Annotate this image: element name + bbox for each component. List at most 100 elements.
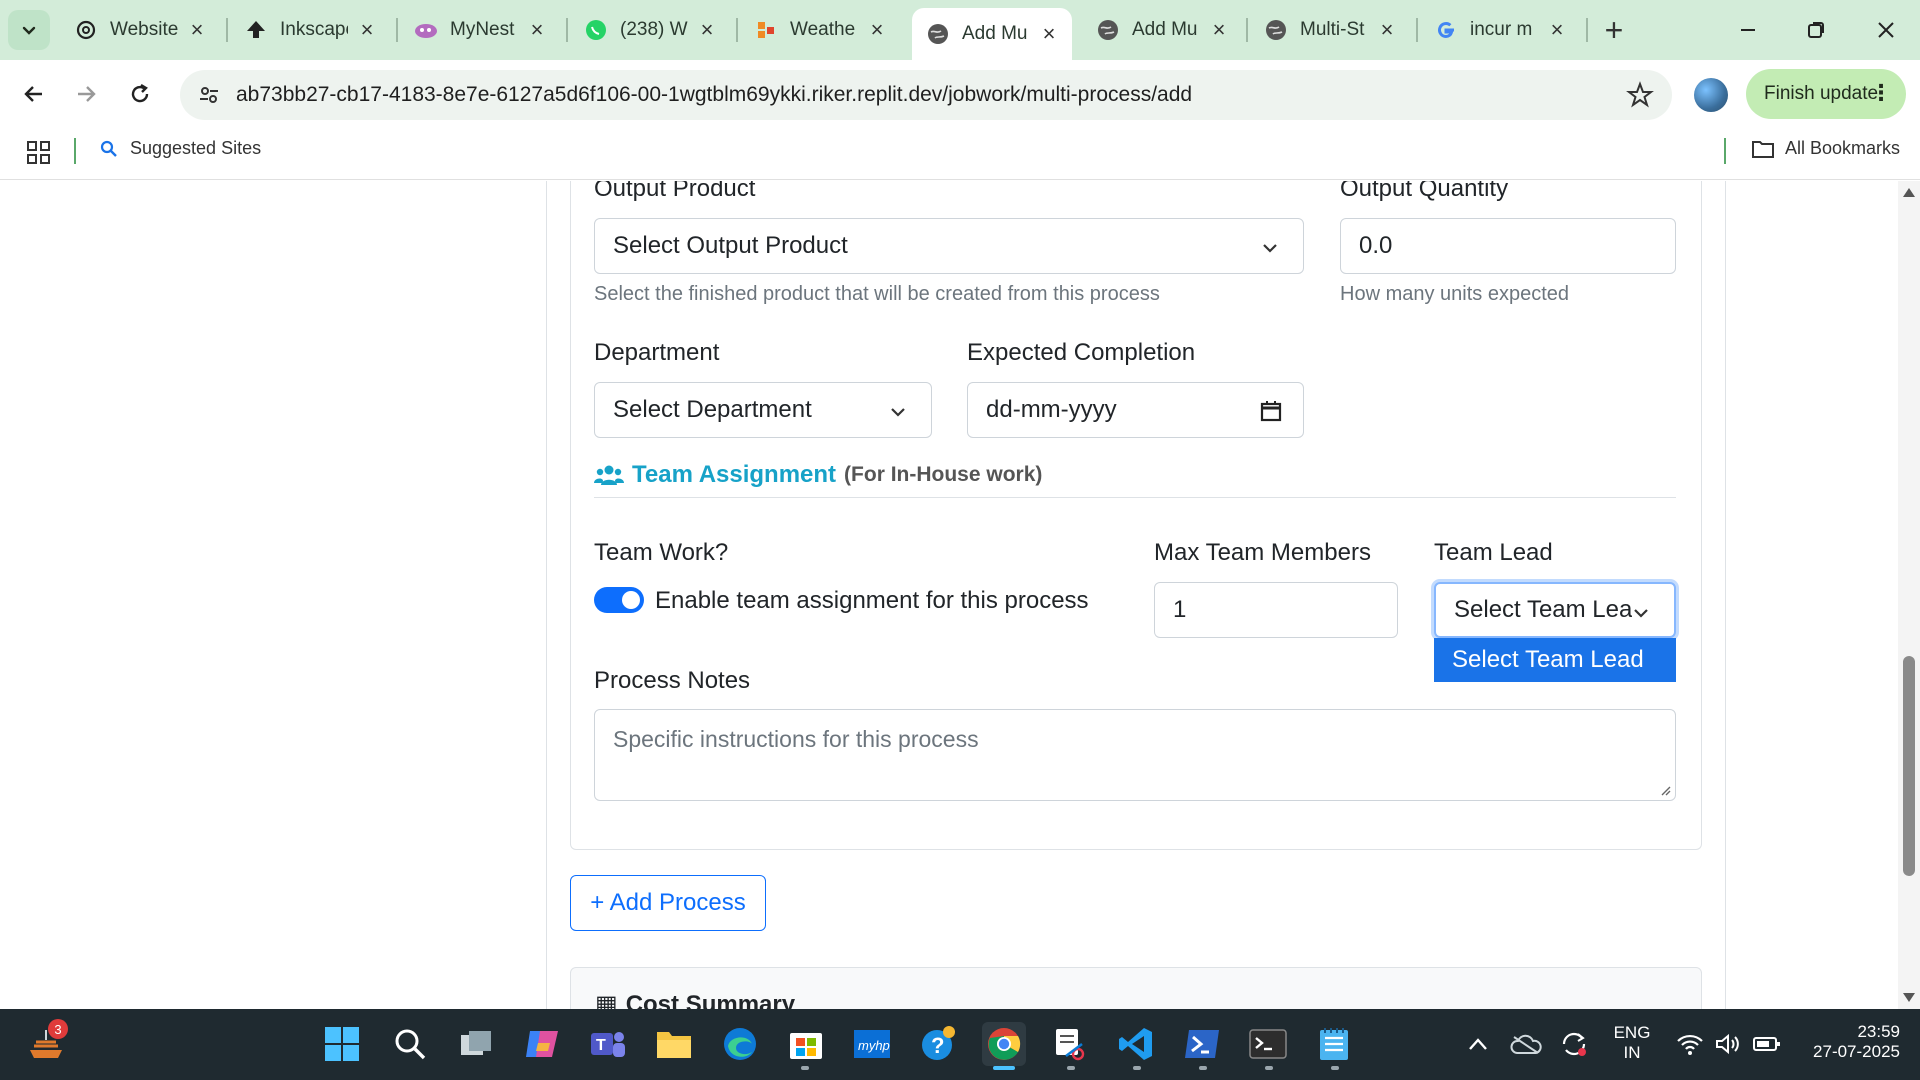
globe-icon <box>1264 18 1288 42</box>
chevron-up-icon[interactable] <box>1456 1022 1500 1066</box>
tab-title: Website <box>110 19 178 40</box>
team-work-toggle[interactable] <box>594 587 644 613</box>
help-icon[interactable]: ? <box>916 1022 960 1066</box>
tab-separator <box>736 18 738 42</box>
resize-grip-icon[interactable] <box>1659 784 1671 796</box>
close-icon[interactable]: × <box>354 17 380 43</box>
more-vert-icon[interactable]: ⋮ <box>1870 82 1892 104</box>
tab-separator <box>1416 18 1418 42</box>
tab-separator <box>1246 18 1248 42</box>
output-quantity-value: 0.0 <box>1359 232 1393 259</box>
team-work-toggle-label[interactable]: Enable team assignment for this process <box>655 587 1089 615</box>
toggle-knob <box>622 591 640 609</box>
snipping-tool-icon[interactable] <box>1048 1022 1092 1066</box>
browser-tab[interactable]: Website × <box>60 8 220 52</box>
suggested-sites-bookmark[interactable]: Suggested Sites <box>100 138 261 159</box>
powershell-icon[interactable] <box>1180 1022 1224 1066</box>
team-lead-option[interactable]: Select Team Lead <box>1434 638 1676 682</box>
reload-button[interactable] <box>120 74 160 114</box>
chrome-icon[interactable] <box>982 1022 1026 1066</box>
team-lead-label: Team Lead <box>1434 539 1553 566</box>
language-code: ENG <box>1613 1023 1651 1042</box>
sync-icon[interactable] <box>1552 1022 1596 1066</box>
calendar-icon[interactable] <box>1259 399 1283 423</box>
tab-search-button[interactable] <box>8 10 50 50</box>
bookmark-star-icon[interactable] <box>1626 81 1654 109</box>
add-process-label: + Add Process <box>590 889 746 916</box>
address-bar[interactable]: ab73bb27-cb17-4183-8e7e-6127a5d6f106-00-… <box>180 70 1672 120</box>
team-work-label: Team Work? <box>594 539 729 566</box>
cost-summary-title: ▦ Cost Summary <box>595 990 795 1009</box>
expected-completion-input[interactable]: dd-mm-yyyy <box>967 382 1304 438</box>
notification-badge: 3 <box>48 1019 68 1039</box>
forward-button[interactable] <box>66 74 106 114</box>
quick-settings-button[interactable] <box>1664 1022 1794 1066</box>
browser-tab[interactable]: incur m × <box>1420 8 1580 52</box>
scrollbar-thumb[interactable] <box>1903 656 1915 876</box>
close-icon[interactable]: × <box>694 17 720 43</box>
edge-icon[interactable] <box>718 1022 762 1066</box>
chevron-down-icon <box>22 26 36 35</box>
language-indicator[interactable]: ENG IN <box>1604 1023 1660 1063</box>
onedrive-icon[interactable] <box>1504 1022 1548 1066</box>
new-tab-button[interactable]: + <box>1596 12 1632 48</box>
close-icon[interactable]: × <box>1544 17 1570 43</box>
task-view-icon[interactable] <box>454 1022 498 1066</box>
tab-separator <box>226 18 228 42</box>
close-icon[interactable]: × <box>1374 17 1400 43</box>
teams-icon[interactable]: T <box>586 1022 630 1066</box>
minimize-button[interactable] <box>1722 10 1774 50</box>
team-lead-select[interactable]: Select Team Lea <box>1434 582 1676 638</box>
back-button[interactable] <box>14 74 54 114</box>
department-select[interactable]: Select Department <box>594 382 932 438</box>
bookmark-divider <box>1724 138 1726 164</box>
window-close-button[interactable] <box>1860 10 1912 50</box>
close-icon[interactable]: × <box>524 17 550 43</box>
microsoft-store-icon[interactable] <box>784 1022 828 1066</box>
site-info-icon[interactable] <box>192 78 226 112</box>
browser-tab[interactable]: Inkscape × <box>230 8 390 52</box>
browser-tab[interactable]: Weathe × <box>740 8 900 52</box>
team-assignment-title: Team Assignment <box>632 461 837 488</box>
vscode-icon[interactable] <box>1114 1022 1158 1066</box>
add-process-button[interactable]: + Add Process <box>570 875 766 931</box>
page-scrollbar[interactable] <box>1898 181 1920 1009</box>
battery-icon <box>1753 1037 1780 1051</box>
apps-grid-icon[interactable] <box>26 140 52 166</box>
output-product-select[interactable]: Select Output Product <box>594 218 1304 274</box>
myhp-icon[interactable]: myhp <box>850 1022 894 1066</box>
close-icon[interactable]: × <box>1036 21 1062 47</box>
scroll-down-arrow-icon[interactable] <box>1902 992 1916 1004</box>
output-quantity-input[interactable]: 0.0 <box>1340 218 1676 274</box>
windows-start-icon[interactable] <box>320 1022 364 1066</box>
terminal-icon[interactable] <box>1246 1022 1290 1066</box>
url-text[interactable]: ab73bb27-cb17-4183-8e7e-6127a5d6f106-00-… <box>236 83 1192 107</box>
taskbar-running-indicator <box>1067 1066 1075 1070</box>
browser-tab[interactable]: Add Mu × <box>1082 8 1242 52</box>
close-icon[interactable]: × <box>184 17 210 43</box>
notepad-icon[interactable] <box>1312 1022 1356 1066</box>
browser-tab[interactable]: MyNest × <box>400 8 560 52</box>
close-icon[interactable]: × <box>864 17 890 43</box>
all-bookmarks-button[interactable]: All Bookmarks <box>1751 138 1900 159</box>
tab-title: Add Mu <box>962 23 1028 44</box>
cost-summary-card: ▦ Cost Summary <box>570 967 1702 1009</box>
process-notes-textarea[interactable]: Specific instructions for this process <box>594 709 1676 801</box>
close-icon[interactable]: × <box>1206 17 1232 43</box>
file-explorer-icon[interactable] <box>652 1022 696 1066</box>
chevron-down-icon <box>1263 244 1277 253</box>
max-team-members-input[interactable]: 1 <box>1154 582 1398 638</box>
clock[interactable]: 23:59 27-07-2025 <box>1796 1022 1900 1062</box>
profile-avatar[interactable] <box>1694 78 1728 112</box>
browser-tab[interactable]: Multi-St × <box>1250 8 1410 52</box>
search-icon[interactable] <box>388 1022 432 1066</box>
restore-button[interactable] <box>1790 10 1842 50</box>
browser-tab[interactable]: (238) W × <box>570 8 730 52</box>
browser-tab-active[interactable]: Add Mu × <box>912 8 1072 60</box>
finish-update-button[interactable]: Finish update ⋮ <box>1746 69 1906 119</box>
copilot-icon[interactable] <box>520 1022 564 1066</box>
scroll-up-arrow-icon[interactable] <box>1902 186 1916 198</box>
team-assignment-subtitle: (For In-House work) <box>844 463 1043 486</box>
taskbar-running-indicator <box>1133 1066 1141 1070</box>
taskbar-running-indicator <box>1331 1066 1339 1070</box>
